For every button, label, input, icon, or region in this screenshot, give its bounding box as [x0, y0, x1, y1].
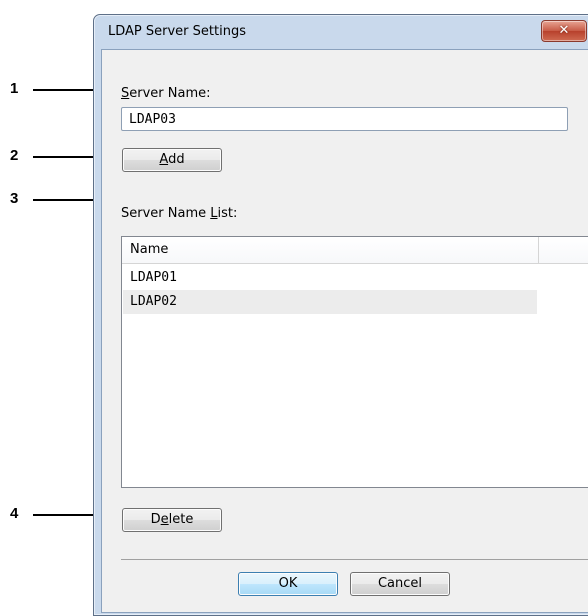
list-item-label: LDAP01 [130, 270, 177, 285]
delete-button-before: D [150, 512, 161, 527]
close-button[interactable]: ✕ [541, 20, 587, 42]
column-header-name[interactable]: Name [122, 237, 539, 263]
callout-number-2: 2 [10, 147, 19, 164]
add-button[interactable]: Add [122, 148, 222, 172]
server-name-field[interactable] [121, 107, 568, 131]
server-name-list[interactable]: Name LDAP01 LDAP02 [121, 236, 588, 488]
list-header: Name [122, 237, 588, 264]
window-title: LDAP Server Settings [108, 24, 246, 39]
server-name-list-label-before: Server Name [121, 206, 211, 221]
callout-number-1: 1 [10, 80, 19, 97]
ldap-server-settings-dialog: LDAP Server Settings ✕ Server Name: Add … [93, 14, 588, 616]
ok-button[interactable]: OK [238, 572, 338, 596]
cancel-button[interactable]: Cancel [350, 572, 450, 596]
callout-number-3: 3 [10, 190, 19, 207]
server-name-input[interactable] [122, 108, 567, 131]
cancel-button-label: Cancel [377, 576, 423, 591]
add-button-accel: A [159, 152, 169, 167]
delete-button[interactable]: Delete [122, 508, 222, 532]
server-name-list-label: Server Name List: [121, 206, 237, 221]
column-header-name-label: Name [130, 242, 169, 257]
server-name-label-text: erver Name: [129, 86, 211, 101]
separator [121, 559, 588, 560]
server-name-list-label-after: ist: [217, 206, 238, 221]
list-item[interactable]: LDAP02 [123, 290, 537, 314]
add-button-text: dd [168, 152, 185, 167]
callout-number-4: 4 [10, 505, 19, 522]
delete-button-accel: e [160, 512, 169, 527]
title-bar[interactable]: LDAP Server Settings ✕ [94, 15, 588, 49]
server-name-list-label-accel: L [210, 206, 218, 221]
list-item-label: LDAP02 [130, 294, 177, 309]
dialog-body: Server Name: Add Server Name List: Name … [101, 49, 588, 613]
close-icon: ✕ [558, 23, 570, 38]
server-name-label: Server Name: [121, 86, 211, 101]
ok-button-label: OK [278, 576, 298, 591]
delete-button-after: lete [168, 512, 194, 527]
list-item[interactable]: LDAP01 [123, 266, 537, 290]
